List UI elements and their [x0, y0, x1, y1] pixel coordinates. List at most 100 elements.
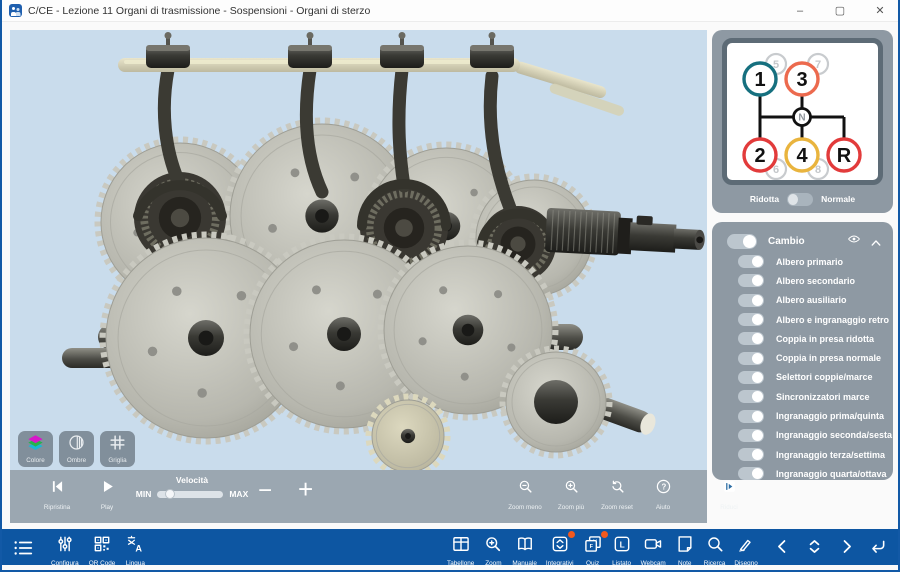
toolbar-item-label: Manuale	[512, 560, 537, 567]
layer-row-5: Coppia in presa ridotta	[712, 329, 893, 348]
viewport-tool-griglia[interactable]: Griglia	[100, 431, 135, 467]
bottom-toolbar: Configura QR Code A Lingua Tabellone Zoom Man…	[0, 529, 900, 565]
zoom-piu-button[interactable]: Zoom più	[554, 478, 588, 511]
toolbar-item-label: Integrativi	[546, 560, 574, 567]
ripristina-button[interactable]: Ripristina	[40, 478, 74, 511]
layer-toggle-9[interactable]	[738, 410, 764, 423]
app-icon	[9, 4, 22, 17]
minimize-button[interactable]: –	[780, 0, 820, 21]
layer-toggle-1[interactable]	[738, 255, 764, 268]
language-icon: A	[125, 534, 145, 559]
toolbar-item-tabellone[interactable]: Tabellone	[447, 534, 474, 567]
layer-toggle-5[interactable]	[738, 332, 764, 345]
toolbar-item-qrcode[interactable]: QR Code	[89, 534, 116, 567]
nav-updown-button[interactable]	[805, 537, 824, 561]
toolbar-item-note[interactable]: Note	[675, 534, 695, 567]
chevron-right-icon	[837, 543, 856, 560]
viewport-tool-ombre[interactable]: Ombre	[59, 431, 94, 467]
nav-next-button[interactable]	[837, 537, 856, 561]
shading-icon	[67, 433, 86, 457]
viewport-tool-label: Colore	[26, 458, 45, 465]
book-icon	[515, 534, 535, 559]
toolbar-item-listato[interactable]: LListato	[612, 534, 632, 567]
zoom-meno-button[interactable]: Zoom meno	[508, 478, 542, 511]
toolbar-item-label: Ricerca	[704, 560, 726, 567]
search-icon	[705, 534, 725, 559]
window-title: C/CE - Lezione 11 Organi di trasmissione…	[28, 5, 370, 17]
toolbar-item-zoom[interactable]: Zoom	[483, 534, 503, 567]
layer-toggle-11[interactable]	[738, 448, 764, 461]
play-button[interactable]: Play	[90, 478, 124, 511]
layer-toggle-3[interactable]	[738, 294, 764, 307]
layer-toggle-6[interactable]	[738, 352, 764, 365]
zoom-piu-label: Zoom più	[558, 504, 584, 511]
velocita-label: Velocità	[128, 475, 256, 485]
toolbar-item-configura[interactable]: Configura	[51, 534, 79, 567]
zoom-reset-button[interactable]: Zoom reset	[600, 478, 634, 511]
layer-toggle-12[interactable]	[738, 467, 764, 480]
toolbar-item-label: Note	[678, 560, 692, 567]
layer-label: Albero primario	[776, 257, 843, 267]
note-icon	[675, 534, 695, 559]
layer-toggle-4[interactable]	[738, 313, 764, 326]
sliders-icon	[55, 534, 75, 559]
layer-label: Ingranaggio terza/settima	[776, 450, 885, 460]
close-button[interactable]: ✕	[860, 0, 900, 21]
zoom-meno-label: Zoom meno	[508, 504, 542, 511]
layer-toggle-10[interactable]	[738, 429, 764, 442]
titlebar: C/CE - Lezione 11 Organi di trasmissione…	[0, 0, 900, 22]
menu-button[interactable]	[12, 537, 34, 564]
layer-row-7: Selettori coppie/marce	[712, 368, 893, 387]
cambio-toggle[interactable]	[727, 234, 757, 249]
layer-label: Albero e ingranaggio retro	[776, 315, 889, 325]
cambio-label: Cambio	[768, 236, 847, 247]
layer-row-2: Albero secondario	[712, 271, 893, 290]
viewport-tool-buttons: Colore Ombre Griglia	[18, 431, 135, 467]
chevron-up-icon[interactable]	[869, 236, 881, 248]
ridotta-normale-toggle[interactable]	[787, 193, 813, 206]
window-border-left	[0, 0, 2, 572]
viewport-tool-colore[interactable]: Colore	[18, 431, 53, 467]
ridotta-label: Ridotta	[750, 194, 779, 204]
increase-button[interactable]: +	[298, 474, 313, 505]
chevron-left-icon	[773, 543, 792, 560]
speed-slider[interactable]	[157, 491, 223, 498]
toolbar-item-ricerca[interactable]: Ricerca	[704, 534, 726, 567]
layer-label: Albero ausiliario	[776, 295, 847, 305]
layer-label: Ingranaggio seconda/sesta	[776, 430, 892, 440]
toolbar-item-disegno[interactable]: Disegno	[734, 534, 757, 567]
toolbar-item-webcam[interactable]: Webcam	[641, 534, 666, 567]
aiuto-button[interactable]: ?Aiuto	[646, 478, 680, 511]
toolbar-item-manuale[interactable]: Manuale	[512, 534, 537, 567]
speed-control: Velocità MIN MAX	[128, 475, 256, 499]
toolbar-item-quiz[interactable]: VFQuiz	[583, 534, 603, 567]
layer-label: Coppia in presa normale	[776, 353, 881, 363]
qr-code-icon	[92, 534, 112, 559]
layer-row-6: Coppia in presa normale	[712, 348, 893, 367]
svg-text:R: R	[837, 145, 852, 167]
speed-slider-knob[interactable]	[165, 489, 175, 499]
menu-list-icon	[12, 546, 34, 563]
nav-return-button[interactable]	[869, 537, 888, 561]
webcam-icon	[643, 534, 663, 559]
layer-toggle-8[interactable]	[738, 390, 764, 403]
eye-icon[interactable]	[847, 232, 861, 251]
layer-toggle-2[interactable]	[738, 274, 764, 287]
zoom-plus-icon	[563, 478, 580, 500]
toolbar-item-integrativi[interactable]: Integrativi	[546, 534, 574, 567]
svg-text:L: L	[619, 540, 624, 550]
viewport-tool-label: Ombre	[67, 458, 86, 465]
layer-toggle-7[interactable]	[738, 371, 764, 384]
max-label: MAX	[229, 489, 248, 499]
viewport-tool-label: Griglia	[108, 458, 126, 465]
play-icon	[99, 478, 116, 500]
nav-prev-button[interactable]	[773, 537, 792, 561]
toolbar-item-label: Lingua	[126, 560, 145, 567]
decrease-button[interactable]: −	[258, 477, 272, 505]
3d-viewport[interactable]: Colore Ombre Griglia	[10, 30, 707, 470]
svg-text:A: A	[136, 544, 143, 554]
toolbar-item-label: Configura	[51, 560, 79, 567]
gear-position-2: 2	[744, 139, 776, 171]
toolbar-item-lingua[interactable]: A Lingua	[125, 534, 145, 567]
maximize-button[interactable]: ▢	[820, 0, 860, 21]
